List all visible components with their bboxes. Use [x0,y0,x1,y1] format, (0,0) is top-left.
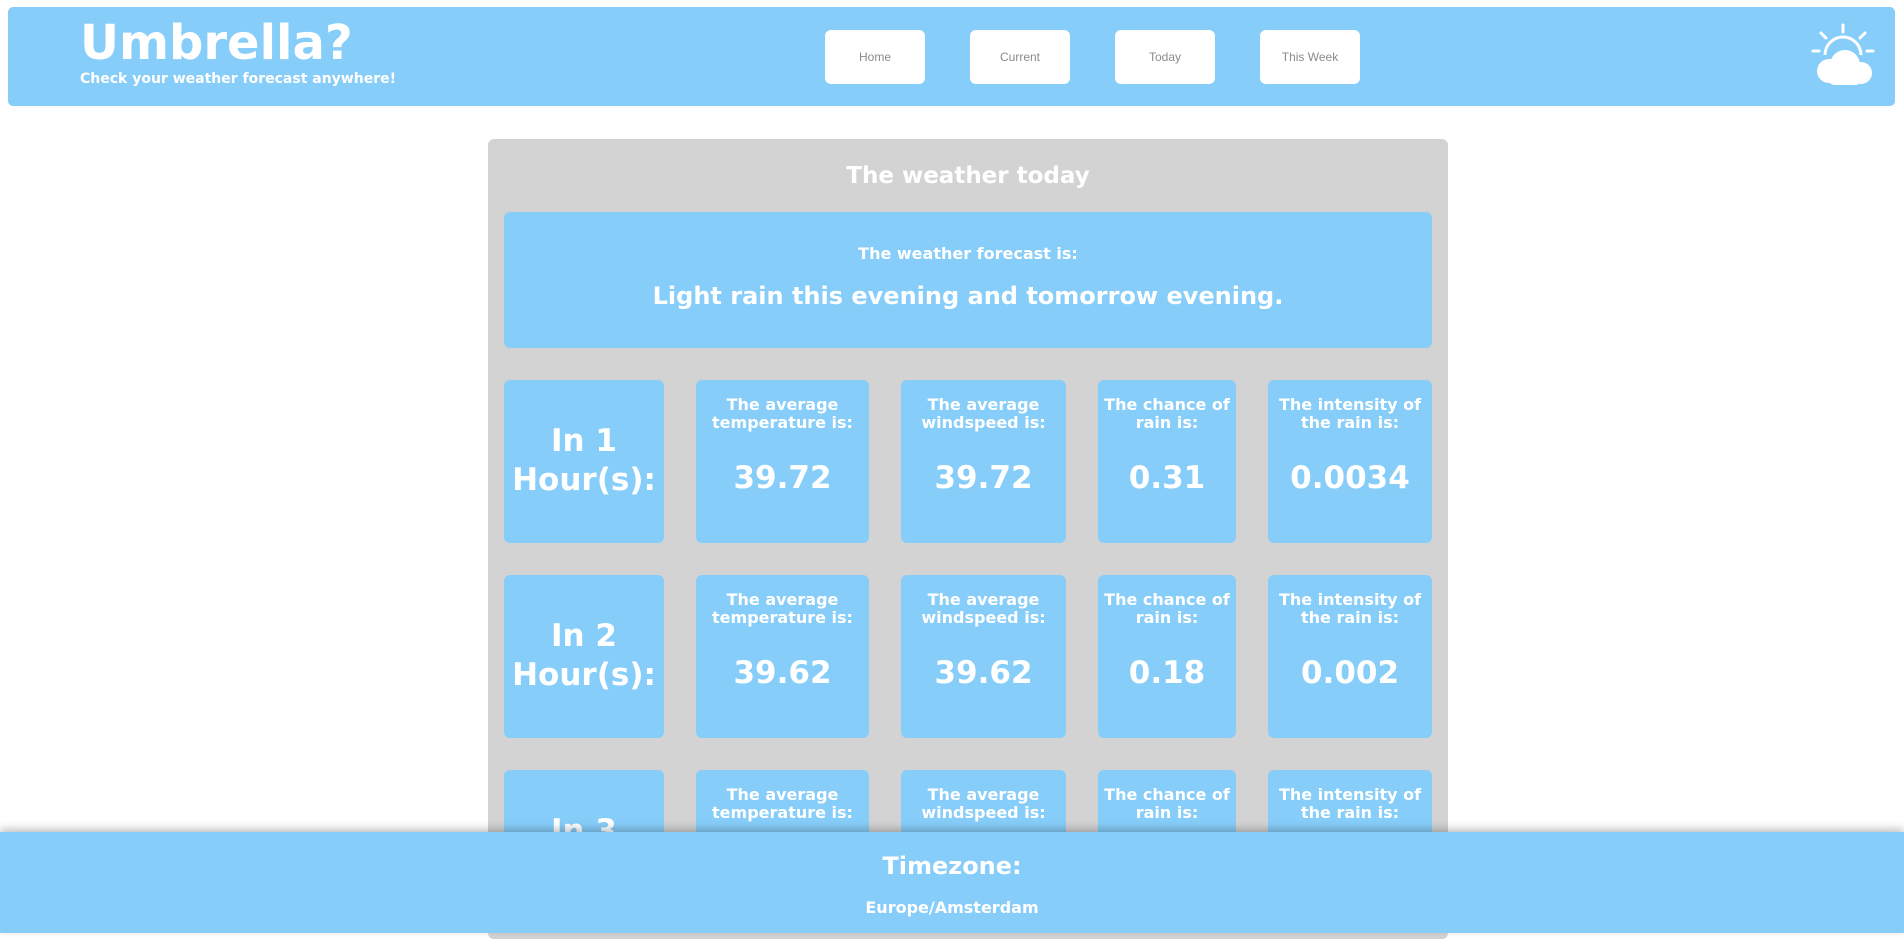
forecast-label: The weather forecast is: [858,244,1078,263]
rain-chance-label: The chance of rain is: [1104,395,1230,433]
windspeed-card: The average windspeed is: 39.62 [901,575,1066,738]
site-subtitle: Check your weather forecast anywhere! [80,71,396,87]
windspeed-value: 39.72 [934,460,1033,496]
rain-chance-label: The chance of rain is: [1104,590,1230,628]
windspeed-label: The average windspeed is: [921,590,1046,628]
rain-chance-card: The chance of rain is: 0.18 [1098,575,1236,738]
rain-chance-label: The chance of rain is: [1104,785,1230,823]
rain-intensity-value: 0.002 [1300,655,1400,691]
rain-chance-card: The chance of rain is: 0.31 [1098,380,1236,543]
rain-intensity-label: The intensity of the rain is: [1278,590,1422,628]
windspeed-value: 39.62 [934,655,1033,691]
rain-intensity-card: The intensity of the rain is: 0.0034 [1268,380,1432,543]
rain-intensity-card: The intensity of the rain is: 0.002 [1268,575,1432,738]
temperature-label: The average temperature is: [712,395,853,433]
rain-intensity-label: The intensity of the rain is: [1278,395,1422,433]
temperature-card: The average temperature is: 39.62 [696,575,869,738]
site-title: Umbrella? [80,15,353,71]
nav-today-button[interactable]: Today [1115,30,1215,84]
temperature-label: The average temperature is: [712,785,853,823]
windspeed-label: The average windspeed is: [921,395,1046,433]
site-header: Umbrella? Check your weather forecast an… [8,7,1895,106]
windspeed-label: The average windspeed is: [921,785,1046,823]
hour-label: In 1 Hour(s): [512,423,656,498]
windspeed-card: The average windspeed is: 39.72 [901,380,1066,543]
timezone-title: Timezone: [882,852,1022,880]
hour-label-card: In 1 Hour(s): [504,380,664,543]
temperature-value: 39.62 [733,655,832,691]
panel-title: The weather today [846,163,1090,189]
main-nav: Home Current Today This Week [825,30,1360,84]
nav-home-button[interactable]: Home [825,30,925,84]
hour-row: In 1 Hour(s): The average temperature is… [504,380,1432,543]
timezone-value: Europe/Amsterdam [865,898,1039,917]
nav-this-week-button[interactable]: This Week [1260,30,1360,84]
temperature-card: The average temperature is: 39.72 [696,380,869,543]
rain-chance-value: 0.31 [1128,460,1206,496]
rain-intensity-value: 0.0034 [1290,460,1410,496]
rain-chance-value: 0.18 [1128,655,1206,691]
temperature-label: The average temperature is: [712,590,853,628]
weather-today-panel: The weather today The weather forecast i… [488,139,1448,939]
forecast-text: Light rain this evening and tomorrow eve… [652,282,1284,310]
timezone-footer: Timezone: Europe/Amsterdam [0,832,1904,933]
forecast-summary: The weather forecast is: Light rain this… [504,212,1432,348]
hour-row: In 2 Hour(s): The average temperature is… [504,575,1432,738]
hour-label: In 2 Hour(s): [512,618,656,693]
nav-current-button[interactable]: Current [970,30,1070,84]
rain-intensity-label: The intensity of the rain is: [1278,785,1422,823]
hour-label-card: In 2 Hour(s): [504,575,664,738]
temperature-value: 39.72 [733,460,832,496]
sun-cloud-icon [1811,23,1875,85]
